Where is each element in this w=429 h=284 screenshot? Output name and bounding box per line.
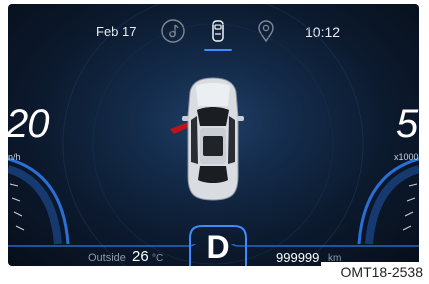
speedometer-arc [8, 157, 70, 245]
gear-indicator: D [206, 229, 230, 265]
outside-temp-value: 26 [132, 248, 149, 265]
tachometer-arc [357, 157, 419, 245]
rpm-unit: x1000 [394, 152, 419, 162]
odometer-value: 999999 [276, 250, 320, 265]
outside-temp-unit: °C [152, 253, 164, 264]
car-top-view [170, 77, 244, 201]
cluster-display: Feb 17 10:12 20 n/h 5 x1000 Outside 26 °… [8, 4, 419, 266]
figure-caption: OMT18-2538 [321, 262, 423, 282]
speed-value: 20 [8, 102, 49, 146]
speed-unit: n/h [8, 152, 21, 162]
outside-temp-label: Outside [88, 252, 126, 264]
rpm-value: 5. [396, 102, 419, 146]
